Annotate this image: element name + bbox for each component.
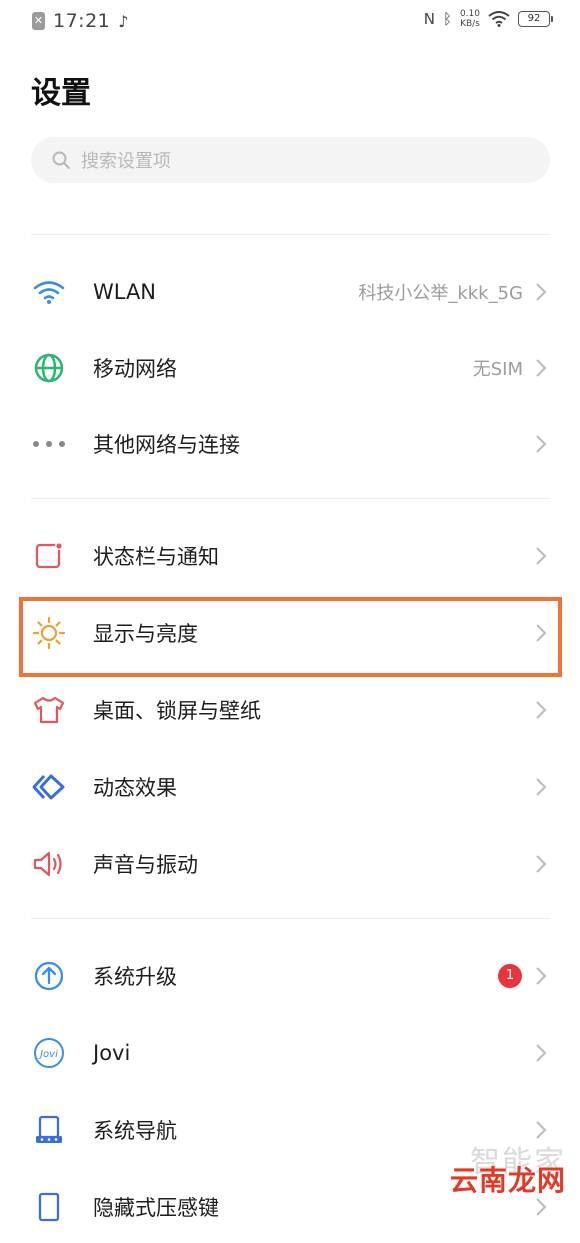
search-icon <box>52 151 70 169</box>
chevron-right-icon <box>536 1198 547 1216</box>
chevron-right-icon <box>536 701 547 719</box>
upgrade-arrow-icon <box>31 958 67 994</box>
pressure-key-icon <box>31 1189 67 1225</box>
motion-icon <box>31 769 67 805</box>
network-speed: 0.10 KB/s <box>460 9 480 29</box>
settings-item-mobile-network[interactable]: 移动网络 无SIM <box>0 332 580 404</box>
settings-item-sound-vibration[interactable]: 声音与振动 <box>0 828 580 900</box>
sim-status: 无SIM <box>472 359 523 380</box>
globe-icon <box>31 350 67 386</box>
notification-icon <box>31 538 67 574</box>
chevron-right-icon <box>536 435 547 453</box>
chevron-right-icon <box>536 855 547 873</box>
settings-item-label: 其他网络与连接 <box>93 433 240 457</box>
search-placeholder: 搜索设置项 <box>81 151 171 172</box>
status-time: 17:21 <box>53 10 111 32</box>
settings-item-label: 隐藏式压感键 <box>93 1196 219 1220</box>
status-bar: ✕ 17:21 ♪ N ᛒ 0.10 KB/s 92 <box>0 0 580 44</box>
network-speed-unit: KB/s <box>460 19 480 29</box>
chevron-right-icon <box>536 778 547 796</box>
watermark: 智能家 云南龙网 <box>450 1137 566 1199</box>
shirt-icon <box>31 692 67 728</box>
settings-item-label: 桌面、锁屏与壁纸 <box>93 699 261 723</box>
navigation-icon <box>31 1112 67 1148</box>
search-input[interactable]: 搜索设置项 <box>31 137 550 183</box>
settings-item-wlan[interactable]: WLAN 科技小公举_kkk_5G <box>0 256 580 328</box>
nfc-icon: N <box>423 10 435 28</box>
wlan-network-name: 科技小公举_kkk_5G <box>358 283 523 304</box>
tiktok-icon: ♪ <box>118 11 129 31</box>
settings-item-label: 状态栏与通知 <box>93 545 219 569</box>
chevron-right-icon <box>536 967 547 985</box>
settings-item-jovi[interactable]: Jovi Jovi <box>0 1017 580 1089</box>
settings-item-status-bar-notifications[interactable]: 状态栏与通知 <box>0 520 580 592</box>
watermark-bottom: 云南龙网 <box>449 1164 566 1197</box>
settings-item-other-networks[interactable]: 其他网络与连接 <box>0 408 580 480</box>
wifi-icon <box>31 274 67 310</box>
highlight-box <box>19 597 562 677</box>
settings-item-desktop-lockscreen-wallpaper[interactable]: 桌面、锁屏与壁纸 <box>0 674 580 746</box>
settings-item-label: WLAN <box>93 280 157 304</box>
battery-icon: 92 <box>518 11 553 27</box>
wifi-status-icon <box>488 11 510 27</box>
chevron-right-icon <box>536 547 547 565</box>
settings-item-label: Jovi <box>93 1041 131 1065</box>
notification-x-icon: ✕ <box>32 12 45 30</box>
settings-item-label: 移动网络 <box>93 357 177 381</box>
divider <box>31 498 550 499</box>
settings-item-label: 声音与振动 <box>93 853 198 877</box>
chevron-right-icon <box>536 1044 547 1062</box>
page-title: 设置 <box>31 76 91 111</box>
settings-item-label: 系统升级 <box>93 965 177 989</box>
update-badge: 1 <box>498 964 522 988</box>
divider <box>31 918 550 919</box>
settings-item-motion-effects[interactable]: 动态效果 <box>0 751 580 823</box>
svg-text:Jovi: Jovi <box>38 1049 58 1060</box>
speaker-icon <box>31 846 67 882</box>
settings-item-label: 动态效果 <box>93 776 177 800</box>
chevron-right-icon <box>536 283 547 301</box>
settings-item-label: 系统导航 <box>93 1119 177 1143</box>
divider <box>31 234 550 235</box>
jovi-icon: Jovi <box>31 1035 67 1071</box>
chevron-right-icon <box>536 359 547 377</box>
settings-item-system-upgrade[interactable]: 系统升级 1 <box>0 940 580 1012</box>
more-dots-icon <box>31 426 67 462</box>
bluetooth-icon: ᛒ <box>442 10 452 28</box>
network-speed-value: 0.10 <box>459 9 480 19</box>
